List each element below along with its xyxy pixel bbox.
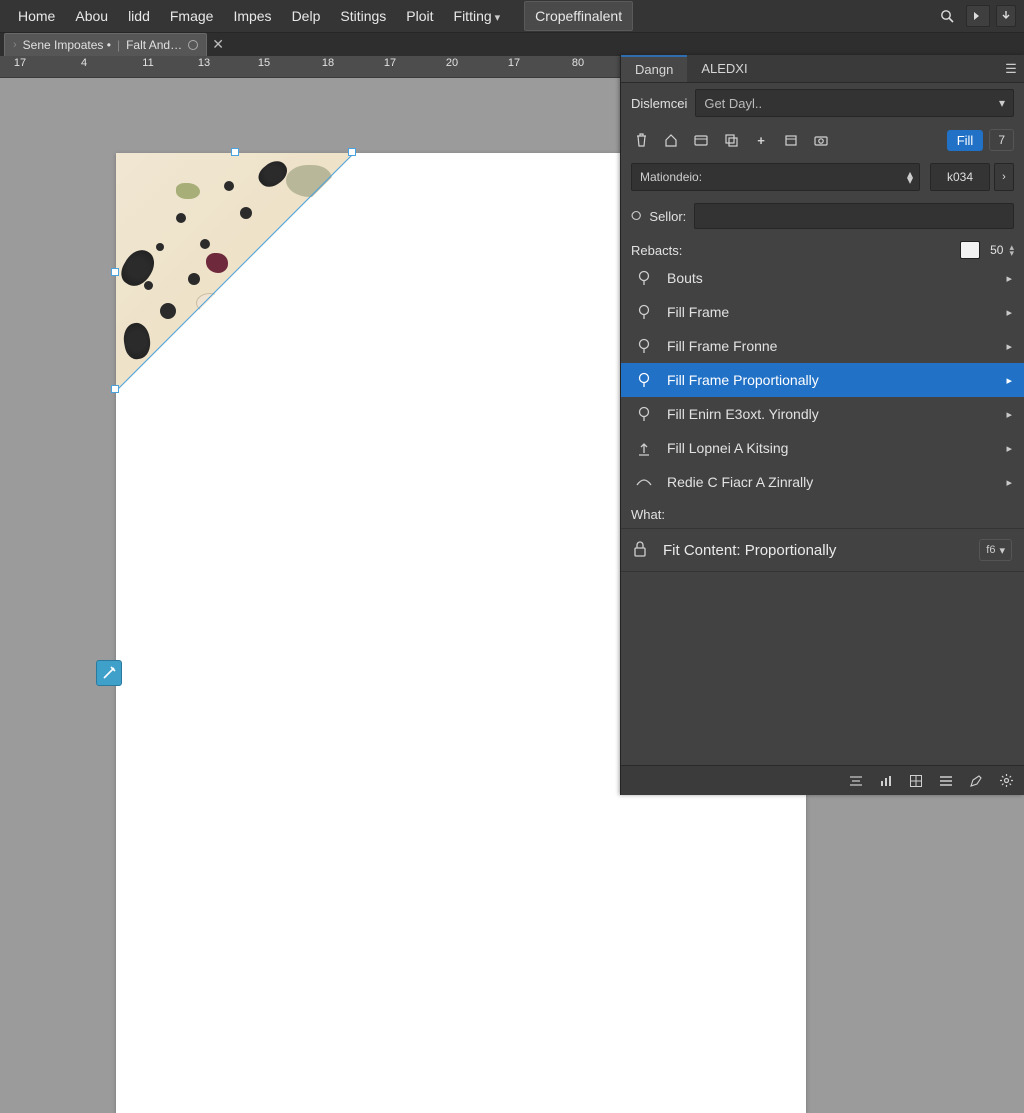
rebacts-header: Rebacts: 50 ▴▾ <box>621 235 1024 261</box>
menu-fitting[interactable]: Fitting▾ <box>444 2 511 30</box>
rebacts-stepper[interactable]: ▴▾ <box>1009 244 1014 256</box>
mationdeio-dropdown[interactable]: Mationdeio:▴▾ <box>631 163 920 191</box>
selection-handle-tr[interactable] <box>348 148 356 156</box>
panel-combo-row: Mationdeio:▴▾ k034 › <box>621 157 1024 197</box>
gear-icon[interactable] <box>998 773 1014 789</box>
panel-tab-dangn[interactable]: Dangn <box>621 55 687 82</box>
menu-delp[interactable]: Delp <box>282 2 331 30</box>
panel-icon-row: + Fill 7 <box>621 123 1024 157</box>
ruler-label: 80 <box>572 57 584 69</box>
curve-icon <box>635 473 653 491</box>
camera-icon[interactable] <box>811 131 831 149</box>
calendar-icon[interactable] <box>781 131 801 149</box>
action-redie[interactable]: Redie C Fiacr A Zinrally▸ <box>621 465 1024 499</box>
lock-icon <box>633 541 651 559</box>
ruler-label: 18 <box>322 57 334 69</box>
selection-handle-bl[interactable] <box>111 385 119 393</box>
link-icon: ⭘ <box>631 208 641 224</box>
lightbulb-icon <box>635 269 653 287</box>
document-tab[interactable]: › Sene Impoates • | Falt And… <box>4 33 207 57</box>
fill-button[interactable]: Fill <box>947 130 984 151</box>
align-icon[interactable] <box>848 773 864 789</box>
menu-fmage[interactable]: Fmage <box>160 2 224 30</box>
menu-mode-button[interactable]: Cropeffinalent <box>524 1 633 31</box>
home-icon[interactable] <box>661 131 681 149</box>
trash-icon[interactable] <box>631 131 651 149</box>
search-icon[interactable] <box>934 9 960 23</box>
lightbulb-icon <box>635 371 653 389</box>
ruler-label: 20 <box>446 57 458 69</box>
close-tab-button[interactable]: ✕ <box>207 34 229 56</box>
applied-chip[interactable]: f6▾ <box>979 539 1012 561</box>
ruler-label: 17 <box>384 57 396 69</box>
num-stepper[interactable]: › <box>994 163 1014 191</box>
copy-icon[interactable] <box>721 131 741 149</box>
card-icon[interactable] <box>691 131 711 149</box>
grid-icon[interactable] <box>908 773 924 789</box>
document-tab-left: Sene Impoates • <box>23 38 111 52</box>
document-tab-right: Falt And… <box>126 38 182 52</box>
floating-edit-button[interactable] <box>96 660 122 686</box>
fill-count[interactable]: 7 <box>989 129 1014 151</box>
sellor-label: Sellor: <box>649 209 686 224</box>
chart-icon[interactable] <box>878 773 894 789</box>
sellor-input[interactable] <box>694 203 1014 229</box>
applied-fitting-label: Fit Content: Proportionally <box>663 542 836 559</box>
menu-home[interactable]: Home <box>8 2 65 30</box>
selection-outline <box>113 150 353 390</box>
upload-icon <box>635 439 653 457</box>
selection-handle-ml[interactable] <box>111 268 119 276</box>
ruler-label: 13 <box>198 57 210 69</box>
dislemcei-dropdown[interactable]: Get Dayl.. <box>695 89 1014 117</box>
list-icon[interactable] <box>938 773 954 789</box>
panel-footer <box>621 765 1024 795</box>
action-fill-frame-proportionally[interactable]: Fill Frame Proportionally▸ <box>621 363 1024 397</box>
panel-row-dislemcei: Dislemcei Get Dayl.. <box>621 83 1024 123</box>
ruler-label: 11 <box>142 57 153 69</box>
rebacts-swatch[interactable] <box>960 241 980 259</box>
rebacts-value: 50 <box>990 243 1003 257</box>
ruler-label: 15 <box>258 57 270 69</box>
document-modified-icon <box>188 40 198 50</box>
top-menubar: Home Abou lidd Fmage Impes Delp Stitings… <box>0 0 1024 32</box>
fitting-action-list: Bouts▸ Fill Frame▸ Fill Frame Fronne▸ Fi… <box>621 261 1024 499</box>
menu-ploit[interactable]: Ploit <box>396 2 443 30</box>
menubar-right <box>934 5 1016 27</box>
action-fill-lopnei[interactable]: Fill Lopnei A Kitsing▸ <box>621 431 1024 465</box>
what-label: What: <box>621 499 1024 528</box>
action-fill-frame[interactable]: Fill Frame▸ <box>621 295 1024 329</box>
pencil-icon[interactable] <box>968 773 984 789</box>
download-button[interactable] <box>996 5 1016 27</box>
menu-settings[interactable]: Stitings <box>330 2 396 30</box>
menu-lidd[interactable]: lidd <box>118 2 160 30</box>
play-forward-button[interactable] <box>966 5 990 27</box>
panel-tabbar: Dangn ALEDXI ☰ <box>621 55 1024 83</box>
properties-panel: Dangn ALEDXI ☰ Dislemcei Get Dayl.. + Fi… <box>620 55 1024 795</box>
action-fill-enirn[interactable]: Fill Enirn E3oxt. Yirondly▸ <box>621 397 1024 431</box>
num-value-field[interactable]: k034 <box>930 163 990 191</box>
dislemcei-label: Dislemcei <box>631 96 687 111</box>
ruler-label: 4 <box>81 57 87 69</box>
menu-about[interactable]: Abou <box>65 2 118 30</box>
panel-search-row: ⭘ Sellor: <box>621 197 1024 235</box>
selection-handle-tl[interactable] <box>231 148 239 156</box>
panel-tab-aledxi[interactable]: ALEDXI <box>687 55 761 82</box>
applied-fitting-row[interactable]: Fit Content: Proportionally f6▾ <box>621 528 1024 572</box>
document-tabbar: › Sene Impoates • | Falt And… ✕ <box>0 32 1024 56</box>
menu-impes[interactable]: Impes <box>223 2 281 30</box>
lightbulb-icon <box>635 405 653 423</box>
panel-menu-button[interactable]: ☰ <box>998 55 1024 82</box>
lightbulb-icon <box>635 303 653 321</box>
plus-icon[interactable]: + <box>751 131 771 149</box>
action-bouts[interactable]: Bouts▸ <box>621 261 1024 295</box>
ruler-label: 17 <box>508 57 520 69</box>
action-fill-frame-fronne[interactable]: Fill Frame Fronne▸ <box>621 329 1024 363</box>
lightbulb-icon <box>635 337 653 355</box>
ruler-label: 17 <box>14 57 26 69</box>
